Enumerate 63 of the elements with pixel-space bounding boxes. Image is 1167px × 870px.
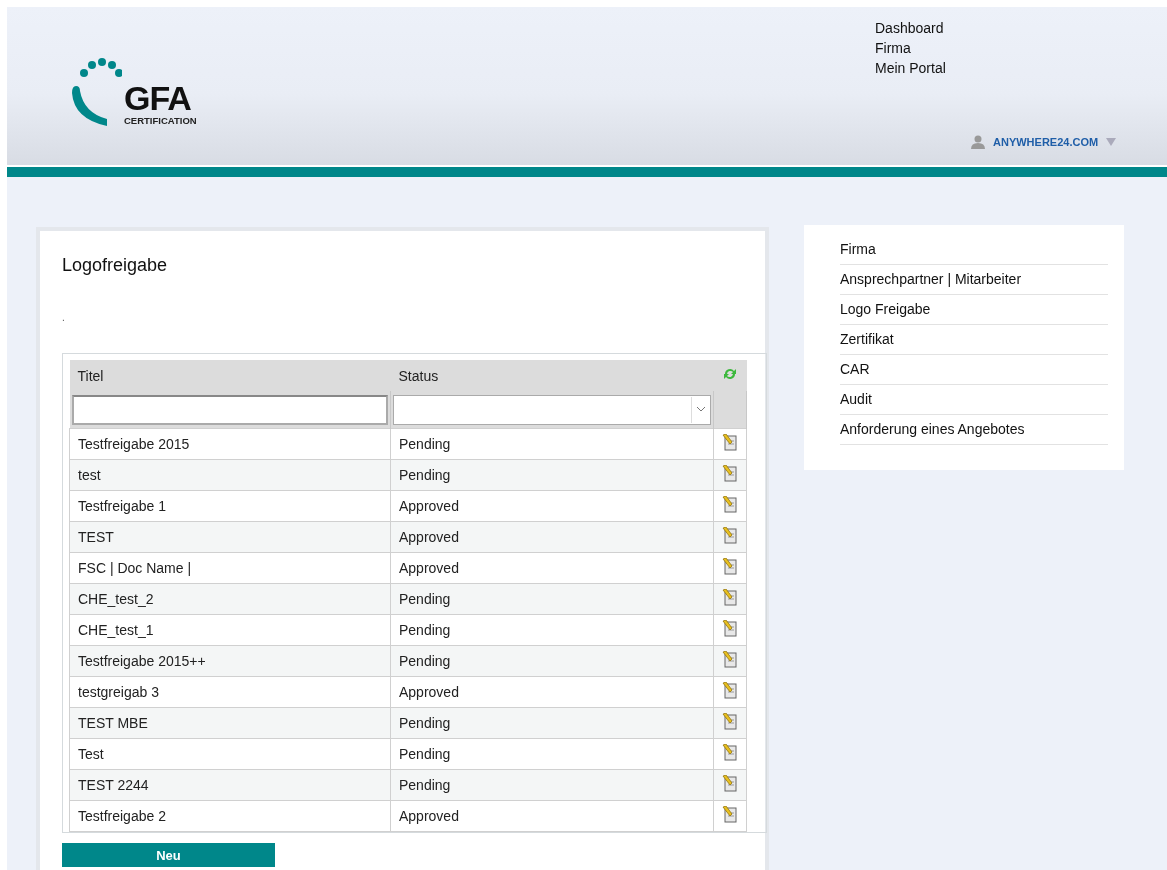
table-cell: CHE_test_1	[69, 614, 391, 646]
status-filter-dropdown[interactable]	[393, 394, 711, 425]
edit-note-icon[interactable]	[722, 682, 738, 699]
table-cell: Testfreigabe 2	[69, 800, 391, 832]
table-cell: Pending	[390, 769, 714, 801]
edit-note-icon[interactable]	[722, 465, 738, 482]
table-cell: Pending	[390, 645, 714, 677]
table-cell: Approved	[390, 490, 714, 522]
top-nav-link[interactable]: Mein Portal	[875, 58, 946, 78]
edit-note-icon[interactable]	[722, 744, 738, 761]
edit-note-icon[interactable]	[722, 775, 738, 792]
table-cell: Pending	[390, 614, 714, 646]
edit-note-icon[interactable]	[722, 713, 738, 730]
sidebar-link[interactable]: Anforderung eines Angebotes	[840, 415, 1108, 445]
table-cell: Pending	[390, 583, 714, 615]
edit-note-icon[interactable]	[722, 589, 738, 606]
title-filter-field[interactable]	[71, 394, 388, 425]
edit-note-icon[interactable]	[722, 496, 738, 513]
table-cell: FSC | Doc Name |	[69, 552, 391, 584]
table-cell: Testfreigabe 1	[69, 490, 391, 522]
user-menu-link[interactable]: ANYWHERE24.COM	[993, 136, 1099, 148]
table-cell: CHE_test_2	[69, 583, 391, 615]
note-text: .	[62, 312, 66, 323]
chevron-down-icon	[697, 407, 705, 412]
table-cell: Pending	[390, 707, 714, 739]
sidebar-link[interactable]: Firma	[840, 235, 1108, 265]
sidebar-link[interactable]: Ansprechpartner | Mitarbeiter	[840, 265, 1108, 295]
sidebar-link[interactable]: Zertifikat	[840, 325, 1108, 355]
edit-note-icon[interactable]	[722, 620, 738, 637]
table-cell: Approved	[390, 552, 714, 584]
top-nav-link[interactable]: Dashboard	[875, 18, 946, 38]
table-cell: Testfreigabe 2015++	[69, 645, 391, 677]
table-cell: Testfreigabe 2015	[69, 428, 391, 460]
table-cell: TEST 2244	[69, 769, 391, 801]
sidebar-link[interactable]: Audit	[840, 385, 1108, 415]
user-icon	[971, 135, 985, 149]
table-cell: Approved	[390, 800, 714, 832]
table-cell: TEST	[69, 521, 391, 553]
table-cell: Approved	[390, 521, 714, 553]
new-button[interactable]: Neu	[62, 843, 275, 867]
table-cell: Approved	[390, 676, 714, 708]
table-cell: test	[69, 459, 391, 491]
edit-note-icon[interactable]	[722, 806, 738, 823]
table-cell: TEST MBE	[69, 707, 391, 739]
table-cell: Test	[69, 738, 391, 770]
table-cell: Pending	[390, 459, 714, 491]
dropdown-caret-icon[interactable]	[1106, 138, 1117, 146]
table-cell: Pending	[390, 738, 714, 770]
top-nav-link[interactable]: Firma	[875, 38, 946, 58]
edit-note-icon[interactable]	[722, 434, 738, 451]
edit-note-icon[interactable]	[722, 558, 738, 575]
sidebar-link[interactable]: Logo Freigabe	[840, 295, 1108, 325]
table-cell: testgreigab 3	[69, 676, 391, 708]
column-header: Status	[390, 360, 714, 391]
logo-name: GFA	[124, 83, 192, 113]
logo-tagline: CERTIFICATION	[124, 115, 197, 126]
table-cell: Pending	[390, 428, 714, 460]
edit-note-icon[interactable]	[722, 527, 738, 544]
column-header: Titel	[69, 360, 391, 391]
edit-note-icon[interactable]	[722, 651, 738, 668]
page-title: Logofreigabe	[62, 255, 169, 276]
sidebar-link[interactable]: CAR	[840, 355, 1108, 385]
refresh-icon[interactable]	[722, 366, 738, 382]
